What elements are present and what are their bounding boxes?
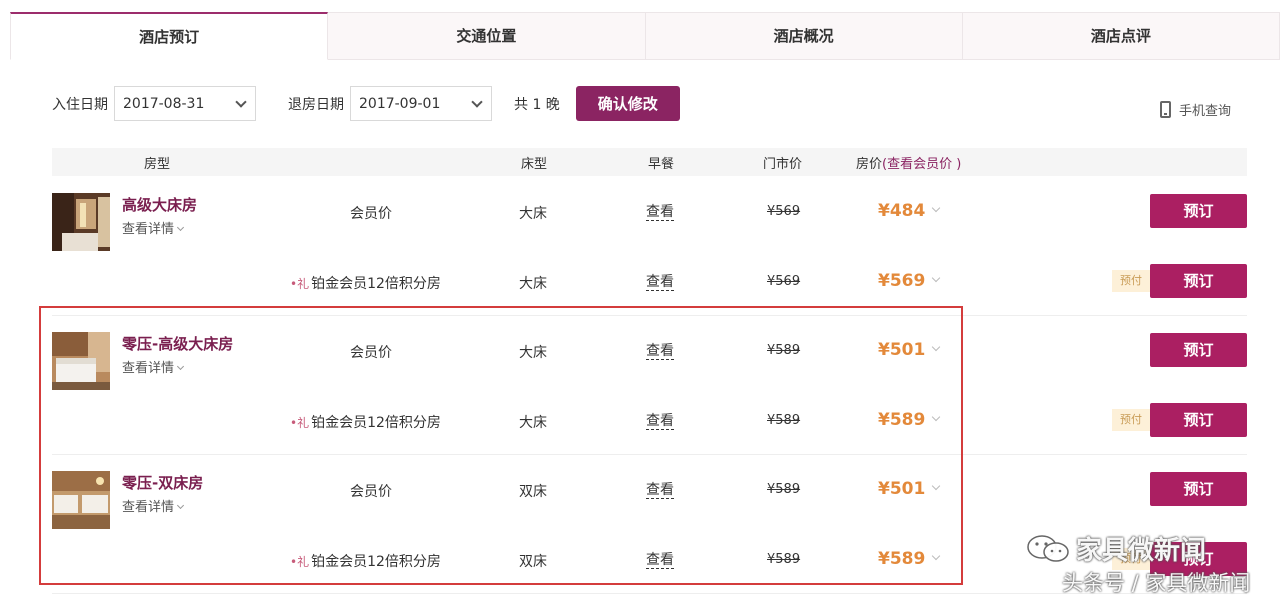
- header-list-price: 门市价: [763, 157, 803, 172]
- tab-bar: 酒店预订 交通位置 酒店概况 酒店点评: [10, 12, 1280, 60]
- checkin-date-select[interactable]: 2017-08-31: [114, 86, 256, 121]
- tab-location[interactable]: 交通位置: [328, 12, 646, 60]
- date-selector-row: 入住日期 2017-08-31 退房日期 2017-09-01 共 1 晚 确认…: [52, 86, 680, 121]
- checkout-date-select[interactable]: 2017-09-01: [350, 86, 492, 121]
- breakfast-view-link[interactable]: 查看: [646, 204, 674, 221]
- book-button[interactable]: 预订: [1150, 403, 1247, 437]
- highlight-box: [39, 306, 963, 585]
- list-price: ¥569: [767, 204, 801, 219]
- watermark-line1: 家具微新闻: [1076, 536, 1207, 566]
- book-button[interactable]: 预订: [1150, 333, 1247, 367]
- mobile-query-label: 手机查询: [1179, 104, 1232, 119]
- rate-plan: 会员价: [350, 206, 392, 222]
- header-price-label: 房价: [856, 157, 883, 172]
- mobile-query-link[interactable]: 手机查询: [1160, 100, 1231, 119]
- prepay-badge: 预付: [1112, 409, 1150, 431]
- phone-icon: [1160, 101, 1171, 118]
- bed-type: 大床: [519, 206, 547, 222]
- rate-plan: •礼 铂金会员12倍积分房: [290, 273, 441, 293]
- wechat-icon: [1027, 534, 1069, 562]
- bed-type: 大床: [519, 276, 547, 292]
- prepay-badge: 预付: [1112, 270, 1150, 292]
- header-breakfast: 早餐: [648, 157, 675, 172]
- checkin-label: 入住日期: [52, 96, 108, 113]
- tab-reviews[interactable]: 酒店点评: [962, 12, 1280, 60]
- room-price-value: ¥484: [878, 201, 926, 221]
- book-button[interactable]: 预订: [1150, 264, 1247, 298]
- watermark-line2: 头条号 / 家具微新闻: [1062, 571, 1251, 595]
- breakfast-view-link[interactable]: 查看: [646, 274, 674, 291]
- header-price: 房价(查看会员价 ): [856, 153, 961, 172]
- nights-count: 共 1 晚: [514, 96, 560, 113]
- tab-hotel-booking[interactable]: 酒店预订: [10, 12, 329, 60]
- book-button[interactable]: 预订: [1150, 194, 1247, 228]
- confirm-change-button[interactable]: 确认修改: [575, 86, 680, 121]
- chevron-down-icon: [471, 95, 483, 108]
- header-room-type: 房型: [144, 157, 171, 172]
- view-member-price-link[interactable]: (查看会员价 ): [882, 157, 961, 172]
- gift-icon: •礼: [290, 277, 310, 291]
- chevron-down-icon: [235, 95, 247, 108]
- header-bed-type: 床型: [521, 157, 548, 172]
- chevron-down-icon: [932, 203, 941, 213]
- room-price[interactable]: ¥569: [878, 271, 941, 291]
- rate-plan-label: 铂金会员12倍积分房: [311, 276, 441, 292]
- watermark-logo: 家具微新闻: [1026, 530, 1206, 567]
- room-price-value: ¥569: [878, 271, 926, 291]
- checkout-label: 退房日期: [288, 96, 344, 113]
- checkin-date-value: 2017-08-31: [123, 95, 205, 112]
- room-price[interactable]: ¥484: [878, 201, 941, 221]
- checkout-date-value: 2017-09-01: [359, 95, 441, 112]
- rate-row: 会员价 大床 查看 ¥569 ¥484 预订: [52, 177, 1247, 247]
- tab-overview[interactable]: 酒店概况: [645, 12, 963, 60]
- room-group: 高级大床房 查看详情 会员价 大床 查看 ¥569 ¥484 预订 •礼 铂金会员…: [52, 177, 1247, 316]
- list-price: ¥569: [767, 274, 801, 289]
- book-button[interactable]: 预订: [1150, 472, 1247, 506]
- room-table-header: 房型 床型 早餐 门市价 房价(查看会员价 ): [52, 148, 1247, 176]
- chevron-down-icon: [932, 273, 941, 283]
